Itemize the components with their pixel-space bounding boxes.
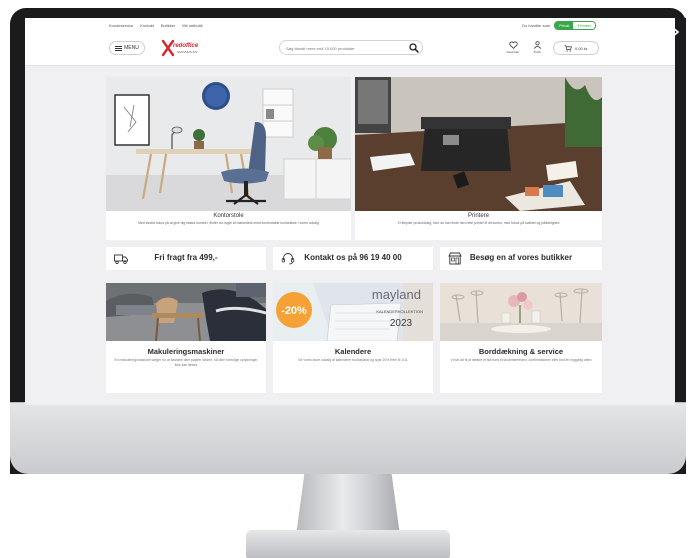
account-type-label: Du handler som [522,23,551,28]
search-icon[interactable] [409,43,419,53]
search-box [279,40,423,55]
visit-store-text: Besøg en af vores butikker [469,253,573,262]
logo-subtitle: SKOVHUS A/S [177,50,198,54]
site-header: MENU redoffice SKOVHUS A/S Søg blandt me… [25,32,675,66]
account-option-business[interactable]: Erhverv [573,22,596,29]
utility-link-stores[interactable]: Butikker [161,23,175,28]
hamburger-icon [115,45,123,51]
hero-card-title: Printere [467,213,489,219]
logo-name: redoffice [173,43,199,49]
hero-card-description: Vi tilbyder produktvalg, hvor du kan fin… [397,221,560,225]
profile-label: Profil [533,50,541,54]
office-chair-image [106,77,351,211]
product-card-title: Borddækning & service [478,347,564,356]
account-type-toggle: Privat Erhverv [554,21,597,30]
monitor-scene: Kundeservice Kontakt Butikker Mit netbut… [0,0,692,558]
free-shipping-text: Fri fragt fra 499,- [154,253,218,262]
product-card-description: En makuleringsmaskine sørger for at kass… [114,358,258,367]
utility-link-contact[interactable]: Kontakt [140,23,154,28]
favorites-label: Favoritter [506,50,520,54]
monitor-stand-neck [296,474,400,536]
favorites-link[interactable]: Favoritter [503,41,523,54]
utility-links: Kundeservice Kontakt Butikker Mit netbut… [109,23,203,28]
hero-card-printers[interactable]: Printere Vi tilbyder produktvalg, hvor d… [355,77,602,240]
monitor-chin [10,402,686,474]
info-free-shipping[interactable]: Fri fragt fra 499,- [106,247,266,270]
product-card-tableware[interactable]: Borddækning & service Vi har alt til at … [440,283,602,393]
cart-icon [564,44,572,52]
monitor-stand-foot [246,530,450,558]
product-card-description: Se vores store udvalg af kalendere fra M… [298,358,408,362]
account-type-switch: Du handler som Privat Erhverv [522,21,597,30]
tableware-image [440,283,602,341]
collection-label: KALENDERKOLLEKTION [376,309,423,314]
calendar-year: 2023 [390,318,413,329]
discount-badge: -20% [281,305,307,317]
brand-wordmark: mayland [372,287,421,302]
search-input[interactable] [286,44,406,52]
product-card-calendars[interactable]: -20% mayland KALENDERKOLLEKTION 2023 Kal… [273,283,433,393]
shredder-image [106,283,266,341]
product-card-title: Makuleringsmaskiner [147,347,225,356]
profile-link[interactable]: Profil [527,41,547,54]
product-card-description: Vi har alt til at dække et flot bord til… [450,358,592,362]
hero-card-title: Kontorstole [213,213,244,219]
product-card-shredders[interactable]: Makuleringsmaskiner En makuleringsmaskin… [106,283,266,393]
user-icon [533,41,541,49]
utility-link-service[interactable]: Kundeservice [109,23,133,28]
contact-phone-text: Kontakt os på 96 19 40 00 [304,253,402,262]
menu-label: MENU [124,45,139,51]
cart-total: 0,00 kr. [574,45,589,51]
menu-button[interactable]: MENU [109,41,145,55]
hero-card-office-chairs[interactable]: Kontorstole Med ekstra fokus på at give … [106,77,351,240]
site-logo[interactable]: redoffice SKOVHUS A/S [161,39,209,59]
cart-button[interactable]: 0,00 kr. [553,41,599,55]
calendar-image: -20% mayland KALENDERKOLLEKTION 2023 [273,283,433,341]
info-contact-phone[interactable]: Kontakt os på 96 19 40 00 [273,247,433,270]
website-screen: Kundeservice Kontakt Butikker Mit netbut… [25,18,675,405]
info-visit-store[interactable]: Besøg en af vores butikker [440,247,602,270]
account-option-private[interactable]: Privat [555,22,574,29]
product-card-title: Kalendere [334,347,372,356]
utility-bar: Kundeservice Kontakt Butikker Mit netbut… [25,18,675,32]
hero-card-description: Med ekstra fokus på at give dig ekstra k… [138,221,319,225]
heart-icon [508,41,518,49]
utility-link-my-shop[interactable]: Mit netbutik [182,23,202,28]
printer-image [355,77,602,211]
